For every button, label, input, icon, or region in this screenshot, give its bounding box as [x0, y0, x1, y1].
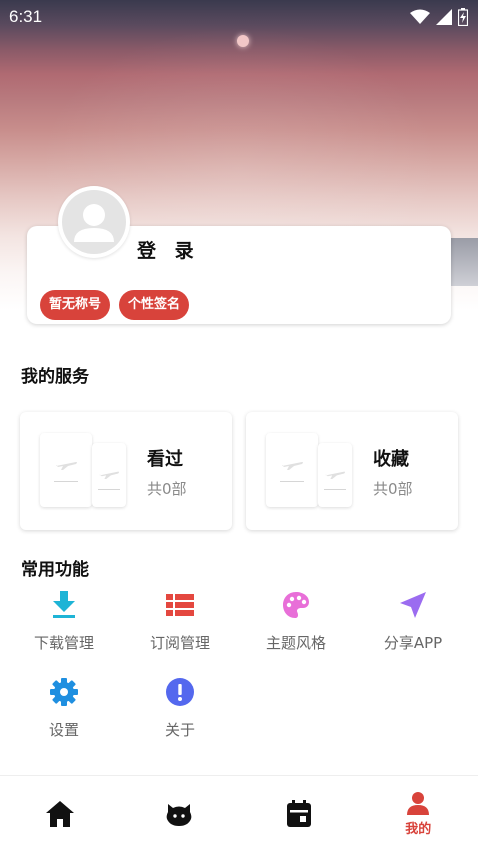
login-button[interactable]: 登 录 — [137, 236, 200, 263]
status-icons — [410, 8, 468, 26]
list-icon — [166, 594, 194, 616]
airplane-icon — [282, 462, 303, 470]
avatar[interactable] — [58, 186, 130, 258]
status-bar: 6:31 — [0, 0, 478, 34]
palette-icon — [283, 592, 309, 618]
nav-discover[interactable] — [120, 776, 240, 851]
person-icon — [407, 791, 430, 815]
share-app-button[interactable]: 分享APP — [355, 590, 471, 664]
airplane-icon — [56, 462, 77, 470]
subscription-manager-button[interactable]: 订阅管理 — [122, 590, 238, 664]
watched-card[interactable]: 看过 共0部 — [20, 412, 232, 530]
default-user-avatar-icon — [74, 204, 114, 242]
nav-home[interactable] — [0, 776, 120, 851]
download-icon — [53, 591, 75, 618]
info-icon — [166, 678, 194, 706]
nav-mine-label: 我的 — [405, 821, 432, 837]
watched-label: 看过 — [147, 449, 183, 470]
theme-style-button[interactable]: 主题风格 — [238, 590, 354, 664]
poster-placeholder — [92, 443, 126, 507]
poster-placeholder — [40, 433, 92, 507]
favorites-label: 收藏 — [373, 449, 409, 470]
wifi-icon — [410, 9, 430, 24]
status-time: 6:31 — [9, 7, 43, 26]
nav-schedule[interactable] — [239, 776, 359, 851]
subscription-manager-label: 订阅管理 — [149, 634, 210, 652]
about-button[interactable]: 关于 — [122, 677, 238, 751]
poster-placeholder — [318, 443, 352, 507]
title-badge[interactable]: 暂无称号 — [40, 290, 111, 320]
airplane-icon — [99, 471, 120, 479]
calendar-icon — [286, 799, 311, 827]
cell-signal-icon — [436, 9, 452, 25]
signature-badge[interactable]: 个性签名 — [119, 290, 190, 320]
airplane-icon — [325, 471, 346, 479]
settings-button[interactable]: 设置 — [6, 677, 122, 751]
bottom-nav: 我的 — [0, 775, 478, 851]
common-section-title: 常用功能 — [21, 560, 89, 580]
send-icon — [400, 592, 426, 618]
download-manager-button[interactable]: 下载管理 — [6, 590, 122, 664]
services-section-title: 我的服务 — [21, 367, 89, 387]
theme-style-label: 主题风格 — [265, 634, 326, 652]
settings-label: 设置 — [48, 721, 79, 739]
watched-count: 共0部 — [147, 480, 187, 498]
download-manager-label: 下载管理 — [33, 634, 94, 652]
gear-icon — [50, 678, 78, 706]
poster-placeholder — [266, 433, 318, 507]
nav-mine[interactable]: 我的 — [359, 776, 478, 851]
favorites-card[interactable]: 收藏 共0部 — [246, 412, 458, 530]
moon-decoration — [237, 35, 249, 47]
favorites-count: 共0部 — [373, 480, 413, 498]
cat-face-icon — [166, 803, 192, 826]
home-icon — [45, 800, 74, 827]
battery-icon — [458, 8, 468, 26]
about-label: 关于 — [164, 721, 195, 739]
share-app-label: 分享APP — [383, 634, 443, 652]
